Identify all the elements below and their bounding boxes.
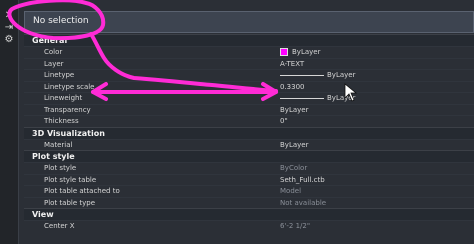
property-value[interactable]: ByLayer [260, 141, 474, 149]
property-value[interactable]: A-TEXT [260, 60, 474, 68]
property-value-text: Not available [280, 198, 327, 207]
property-value[interactable]: Model [260, 187, 474, 195]
property-label: Thickness [44, 117, 79, 126]
line-preview [280, 97, 324, 99]
auto-hide-icon[interactable]: ⇥ [3, 22, 15, 33]
section-header[interactable]: 3D Visualization [24, 126, 474, 139]
property-row[interactable]: Linetype scale 0.3300 [24, 80, 474, 93]
property-value-text: ByLayer [292, 48, 321, 57]
property-label: Center X [44, 222, 75, 231]
property-row[interactable]: Material ByLayer [24, 138, 474, 151]
line-preview [280, 74, 324, 76]
property-row[interactable]: Layer A-TEXT [24, 57, 474, 70]
property-row[interactable]: Plot style ByColor [24, 162, 474, 174]
property-label: Transparency [44, 105, 91, 114]
property-value-text: ByLayer [327, 71, 356, 80]
properties-palette: ✕ ⇥ ⚙ No selection General Color ByLayer La… [0, 0, 474, 244]
property-label: Color [44, 48, 63, 57]
property-label: Plot style [44, 164, 77, 173]
property-value[interactable]: Not available [260, 199, 474, 207]
property-value-text: Model [280, 187, 302, 196]
property-row[interactable]: Center X 6'-2 1/2" [24, 220, 474, 232]
property-value[interactable]: 0" [260, 117, 474, 125]
property-value-text: 0.3300 [280, 82, 305, 91]
section-header[interactable]: General [24, 34, 474, 46]
property-row[interactable]: Linetype ByLayer [24, 69, 474, 81]
property-value-text: ByLayer [327, 94, 356, 103]
property-value[interactable]: Seth_Full.ctb [260, 176, 474, 184]
property-value[interactable]: ByLayer [260, 94, 474, 102]
property-label: Plot style table [44, 175, 97, 184]
color-swatch [280, 48, 288, 57]
palette-title-strip: ✕ ⇥ ⚙ [0, 0, 19, 244]
property-value[interactable]: 0.3300 [260, 83, 474, 91]
property-row[interactable]: Lineweight ByLayer [24, 92, 474, 104]
property-label: Layer [44, 59, 64, 68]
property-row[interactable]: Thickness 0" [24, 115, 474, 127]
property-label: Plot table attached to [44, 187, 120, 196]
property-value-text: ByLayer [280, 140, 309, 149]
property-row[interactable]: Plot style table Seth_Full.ctb [24, 173, 474, 186]
property-row[interactable]: Plot table attached to Model [24, 185, 474, 197]
section-header[interactable]: View [24, 208, 474, 220]
property-value-text: 6'-2 1/2" [280, 222, 311, 231]
property-label: Linetype [44, 71, 75, 80]
selection-dropdown[interactable] [24, 11, 474, 33]
property-value-text: Seth_Full.ctb [280, 175, 325, 184]
property-row[interactable]: Transparency ByLayer [24, 103, 474, 116]
property-value-text: A-TEXT [280, 59, 305, 68]
property-value-text: 0" [280, 117, 288, 126]
selection-label: No selection [33, 16, 89, 26]
property-value[interactable]: 6'-2 1/2" [260, 222, 474, 230]
properties-grid: General Color ByLayer Layer A-TEXT Linetype By… [24, 34, 474, 232]
property-label: Lineweight [44, 94, 83, 103]
property-row[interactable]: Plot table type Not available [24, 196, 474, 209]
section-header[interactable]: Plot style [24, 150, 474, 162]
property-value[interactable]: ByColor [260, 164, 474, 172]
property-value[interactable]: ByLayer [260, 106, 474, 114]
property-row[interactable]: Color ByLayer [24, 46, 474, 58]
property-label: Material [44, 140, 73, 149]
property-value-text: ByLayer [280, 105, 309, 114]
property-label: Linetype scale [44, 82, 95, 91]
property-value[interactable]: ByLayer [260, 71, 474, 79]
property-value-text: ByColor [280, 164, 308, 173]
close-icon[interactable]: ✕ [3, 10, 15, 21]
properties-icon[interactable]: ⚙ [3, 34, 15, 45]
property-value[interactable]: ByLayer [260, 48, 474, 57]
property-label: Plot table type [44, 198, 96, 207]
